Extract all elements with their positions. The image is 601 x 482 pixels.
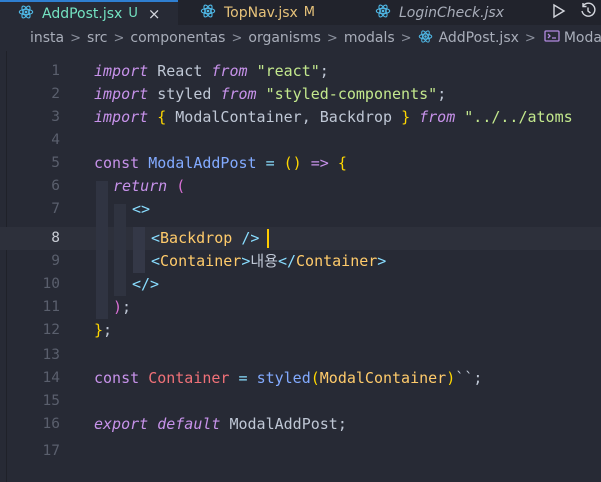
line-number-current: 8 xyxy=(51,230,60,246)
git-status-badge: U xyxy=(128,6,138,21)
line-number: 16 xyxy=(42,416,60,432)
close-tab-icon[interactable]: × xyxy=(148,5,161,23)
chevron-right-icon: > xyxy=(231,30,243,46)
text-cursor xyxy=(267,229,269,248)
line-number: 4 xyxy=(51,132,60,148)
git-status-badge: M xyxy=(303,5,316,20)
code-line: import React from "react"; xyxy=(94,62,329,80)
breadcrumb-item[interactable]: insta xyxy=(30,30,64,46)
code-line: <Container>내용</Container> xyxy=(151,252,387,270)
tab-logincheck[interactable]: LoginCheck.jsx xyxy=(353,0,528,25)
code-line: import styled from "styled-components"; xyxy=(94,85,447,103)
chevron-right-icon: > xyxy=(524,30,536,46)
line-number: 3 xyxy=(51,109,60,125)
tab-label: AddPost.jsx xyxy=(42,5,123,22)
code-editor[interactable]: 1 2 3 4 5 6 7 8 9 10 11 12 13 14 15 16 1… xyxy=(0,51,601,482)
code-line: }; xyxy=(94,321,113,339)
react-icon xyxy=(418,29,433,48)
chevron-right-icon: > xyxy=(326,30,338,46)
chevron-right-icon: > xyxy=(113,30,125,46)
line-number: 12 xyxy=(42,322,60,338)
breadcrumb-file[interactable]: AddPost.jsx xyxy=(418,29,519,48)
current-line-highlight xyxy=(0,227,601,250)
line-number: 11 xyxy=(42,299,60,315)
indent-guide xyxy=(133,227,145,273)
line-number: 9 xyxy=(51,253,60,269)
editor-actions xyxy=(551,0,601,25)
history-icon[interactable] xyxy=(579,1,597,24)
breadcrumb-symbol-label: Moda xyxy=(563,30,601,46)
code-line: ); xyxy=(113,298,132,316)
line-number: 14 xyxy=(42,370,60,386)
tab-addpost[interactable]: AddPost.jsx U × xyxy=(0,0,178,25)
breadcrumb-item[interactable]: componentas xyxy=(130,30,225,46)
breadcrumb-item[interactable]: modals xyxy=(344,30,395,46)
line-number: 2 xyxy=(51,86,60,102)
indent-guide xyxy=(114,204,126,296)
chevron-right-icon: > xyxy=(400,30,412,46)
code-line: <Backdrop /> xyxy=(151,229,260,247)
line-number: 6 xyxy=(51,178,60,194)
line-number: 15 xyxy=(42,393,60,409)
tab-topnav[interactable]: TopNav.jsx M xyxy=(178,0,353,25)
react-icon xyxy=(375,3,391,23)
react-icon xyxy=(200,3,216,23)
tab-label: LoginCheck.jsx xyxy=(399,4,504,21)
react-icon xyxy=(18,4,34,24)
tab-label: TopNav.jsx xyxy=(224,4,298,21)
chevron-right-icon: > xyxy=(70,30,82,46)
indent-guide xyxy=(96,181,108,319)
symbol-icon xyxy=(544,29,564,47)
code-line: const ModalAddPost = () => { xyxy=(94,154,347,172)
editor-tab-bar: AddPost.jsx U × TopNav.jsx M LoginCheck.… xyxy=(0,0,601,26)
breadcrumb: insta > src > componentas > organisms > … xyxy=(0,25,601,51)
line-number: 17 xyxy=(42,443,60,459)
code-line: import { ModalContainer, Backdrop } from… xyxy=(94,108,573,126)
line-number: 7 xyxy=(51,201,60,217)
line-number: 13 xyxy=(42,347,60,363)
code-line: </> xyxy=(132,275,160,293)
line-number: 5 xyxy=(51,155,60,171)
line-number: 1 xyxy=(51,63,60,79)
run-icon[interactable] xyxy=(551,3,567,23)
line-number: 10 xyxy=(42,276,60,292)
code-line: <> xyxy=(132,200,151,218)
breadcrumb-item[interactable]: src xyxy=(87,30,107,46)
breadcrumb-file-label: AddPost.jsx xyxy=(438,30,519,46)
code-line: export default ModalAddPost; xyxy=(94,415,347,433)
breadcrumb-item[interactable]: organisms xyxy=(248,30,321,46)
breadcrumb-symbol[interactable]: Moda xyxy=(544,29,601,47)
code-line: return ( xyxy=(113,177,186,195)
code-line: const Container = styled(ModalContainer)… xyxy=(94,369,483,387)
